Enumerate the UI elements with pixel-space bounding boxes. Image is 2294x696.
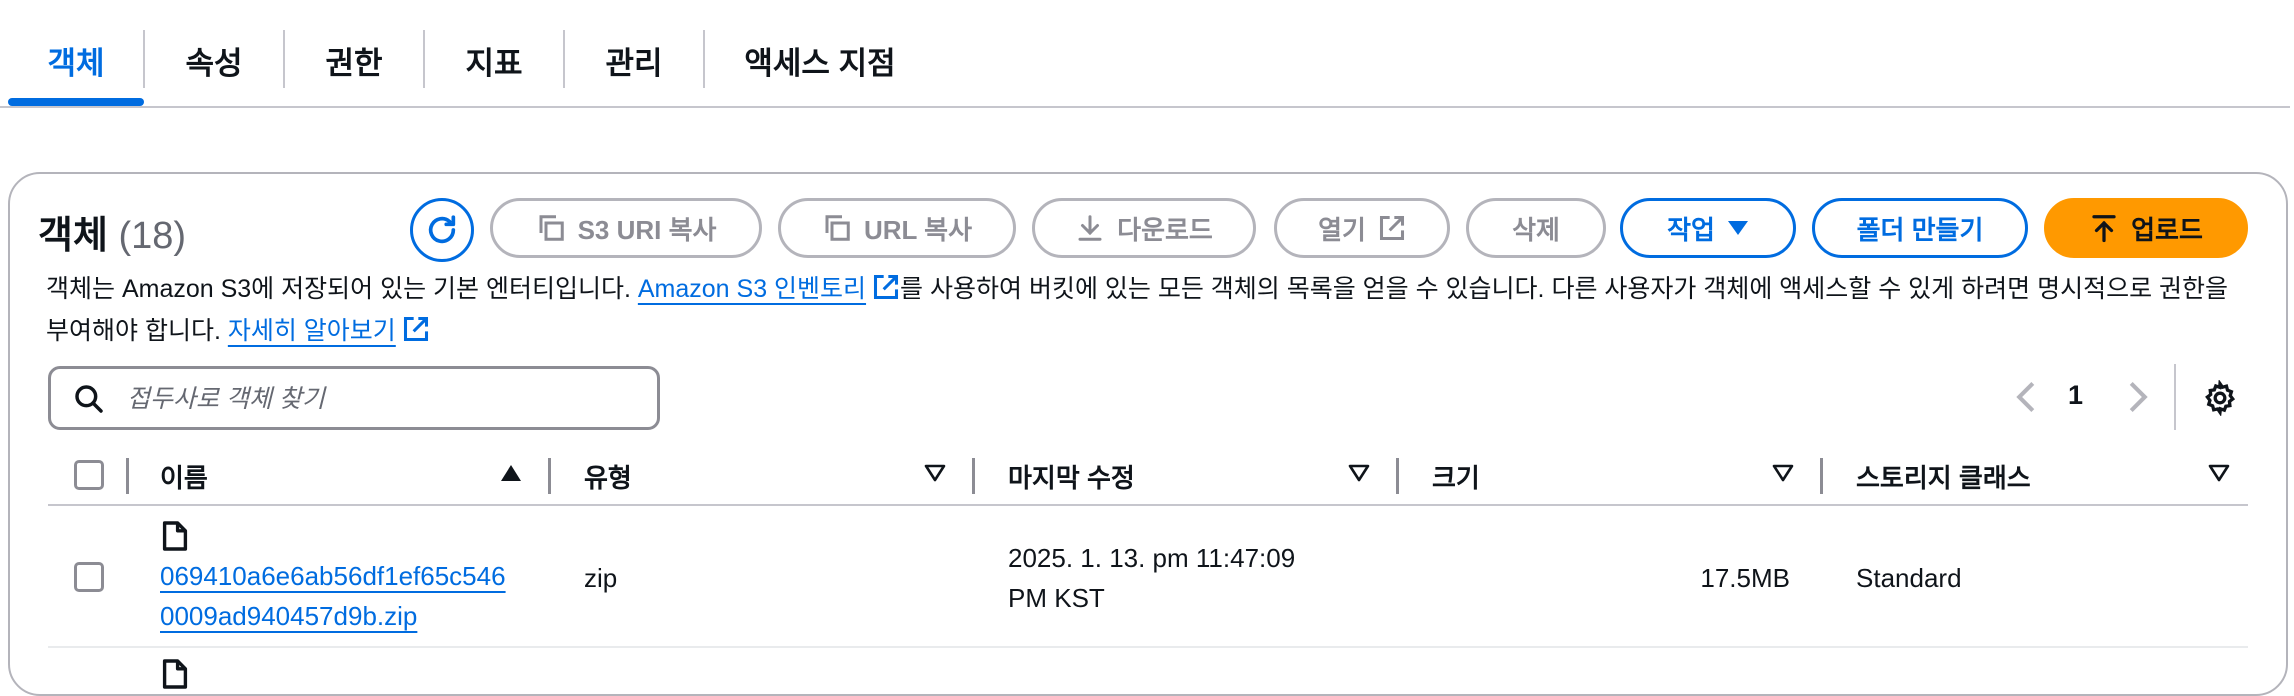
external-link-icon bbox=[872, 273, 900, 312]
copy-s3-uri-button[interactable]: S3 URI 복사 bbox=[490, 198, 762, 258]
column-header-type[interactable]: 유형 bbox=[584, 458, 632, 495]
tab-divider bbox=[423, 30, 425, 88]
s3-inventory-link[interactable]: Amazon S3 인벤토리 bbox=[638, 275, 866, 303]
actions-label: 작업 bbox=[1667, 214, 1715, 245]
tab-divider bbox=[283, 30, 285, 88]
copy-url-button[interactable]: URL 복사 bbox=[778, 198, 1016, 258]
panel-title-text: 객체 bbox=[38, 215, 108, 257]
download-label: 다운로드 bbox=[1117, 214, 1213, 245]
tab-divider bbox=[143, 30, 145, 88]
row-checkbox[interactable] bbox=[74, 562, 104, 592]
search-input[interactable] bbox=[125, 375, 649, 423]
refresh-icon bbox=[425, 213, 459, 247]
tab-access-points[interactable]: 액세스 지점 bbox=[720, 28, 920, 92]
column-divider bbox=[1396, 458, 1399, 494]
column-header-name[interactable]: 이름 bbox=[160, 458, 208, 495]
sort-ascending-icon[interactable] bbox=[500, 464, 522, 482]
object-type: zip bbox=[584, 563, 618, 593]
tab-management[interactable]: 관리 bbox=[580, 28, 688, 92]
column-divider bbox=[1820, 458, 1823, 494]
panel-description: 객체는 Amazon S3에 저장되어 있는 기본 엔터티입니다. Amazon… bbox=[46, 270, 2246, 354]
object-size: 17.5MB bbox=[1700, 563, 1790, 593]
active-tab-indicator bbox=[8, 98, 144, 106]
gear-icon[interactable] bbox=[2202, 380, 2238, 416]
open-label: 열기 bbox=[1318, 214, 1366, 245]
search-icon bbox=[73, 383, 105, 415]
column-header-last-modified[interactable]: 마지막 수정 bbox=[1008, 458, 1135, 495]
delete-button[interactable]: 삭제 bbox=[1466, 198, 1606, 258]
chevron-right-icon[interactable] bbox=[2124, 380, 2152, 414]
object-storage-class: Standard bbox=[1856, 563, 1962, 593]
table-header-divider bbox=[48, 504, 2248, 506]
external-link-icon bbox=[402, 315, 430, 354]
table-row-divider bbox=[48, 646, 2248, 648]
actions-dropdown-button[interactable]: 작업 bbox=[1620, 198, 1796, 258]
object-count: (18) bbox=[118, 215, 187, 257]
sort-descending-icon[interactable] bbox=[2208, 464, 2230, 482]
caret-down-icon bbox=[1727, 220, 1749, 236]
upload-label: 업로드 bbox=[2131, 214, 2203, 245]
tab-bar: 객체 속성 권한 지표 관리 액세스 지점 bbox=[0, 0, 2290, 108]
sort-descending-icon[interactable] bbox=[1772, 464, 1794, 482]
pagination-divider bbox=[2174, 364, 2176, 430]
sort-descending-icon[interactable] bbox=[924, 464, 946, 482]
copy-icon bbox=[822, 213, 852, 243]
select-all-checkbox[interactable] bbox=[74, 460, 104, 490]
tab-metrics[interactable]: 지표 bbox=[440, 28, 548, 92]
search-field[interactable] bbox=[48, 366, 660, 430]
copy-icon bbox=[536, 213, 566, 243]
sort-descending-icon[interactable] bbox=[1348, 464, 1370, 482]
create-folder-label: 폴더 만들기 bbox=[1856, 214, 1984, 245]
last-modified-timezone: PM KST bbox=[1008, 583, 1105, 613]
external-link-icon bbox=[1378, 214, 1406, 242]
download-icon bbox=[1075, 213, 1105, 243]
object-name-link[interactable]: 069410a6e6ab56df1ef65c5460009ad940457d9b… bbox=[160, 556, 520, 636]
create-folder-button[interactable]: 폴더 만들기 bbox=[1812, 198, 2028, 258]
learn-more-link[interactable]: 자세히 알아보기 bbox=[228, 317, 396, 345]
current-page-number[interactable]: 1 bbox=[2068, 380, 2083, 411]
description-text-1: 객체는 Amazon S3에 저장되어 있는 기본 엔터티입니다. bbox=[46, 275, 638, 303]
column-header-size[interactable]: 크기 bbox=[1432, 458, 1480, 495]
upload-icon bbox=[2089, 213, 2119, 243]
file-icon bbox=[162, 658, 188, 690]
copy-url-label: URL 복사 bbox=[863, 214, 973, 245]
tab-permissions[interactable]: 권한 bbox=[300, 28, 408, 92]
tab-divider bbox=[563, 30, 565, 88]
column-header-storage-class[interactable]: 스토리지 클래스 bbox=[1856, 458, 2031, 495]
file-icon bbox=[162, 520, 188, 552]
tab-objects[interactable]: 객체 bbox=[24, 28, 128, 92]
open-button[interactable]: 열기 bbox=[1274, 198, 1450, 258]
object-last-modified: 2025. 1. 13. pm 11:47:09 PM KST bbox=[1008, 538, 1295, 618]
panel-title: 객체 (18) bbox=[38, 204, 186, 259]
download-button[interactable]: 다운로드 bbox=[1032, 198, 1256, 258]
upload-button[interactable]: 업로드 bbox=[2044, 198, 2248, 258]
column-divider bbox=[126, 458, 129, 494]
column-divider bbox=[548, 458, 551, 494]
chevron-left-icon[interactable] bbox=[2012, 380, 2040, 414]
last-modified-date: 2025. 1. 13. pm 11:47:09 bbox=[1008, 543, 1296, 573]
delete-label: 삭제 bbox=[1512, 214, 1560, 245]
tab-properties[interactable]: 속성 bbox=[160, 28, 268, 92]
copy-s3-uri-label: S3 URI 복사 bbox=[577, 214, 717, 245]
column-divider bbox=[972, 458, 975, 494]
tab-divider bbox=[703, 30, 705, 88]
refresh-button[interactable] bbox=[410, 198, 474, 262]
